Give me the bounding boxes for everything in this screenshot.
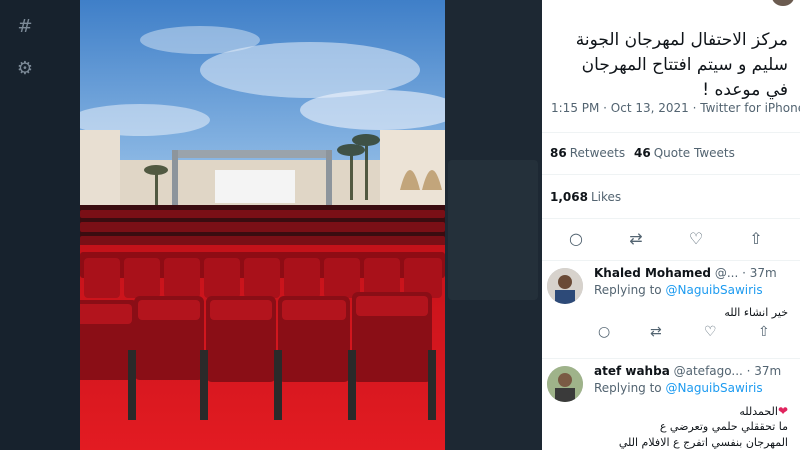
replying-to: Replying to @NaguibSawiris [594,381,763,395]
settings-icon[interactable]: ⚙ [14,58,36,80]
replying-to: Replying to @NaguibSawiris [594,283,763,297]
tweet-photo[interactable] [80,0,445,450]
tweet-text: مركز الاحتفال لمهرجان الجونة سليم و سيتم… [542,16,800,103]
reply-author-handle[interactable]: @atefago... · 37m [674,364,782,378]
retweets-label: Retweets [569,146,626,160]
quote-label: Quote Tweets [653,146,735,160]
reply-icon[interactable]: ○ [566,229,586,249]
divider [542,358,800,359]
mention-link[interactable]: @NaguibSawiris [665,381,762,395]
tweet-detail-panel: مركز الاحتفال لمهرجان الجونة سليم و سيتم… [542,0,800,450]
divider [542,260,800,261]
hashtag-icon[interactable]: # [14,16,36,38]
reply-avatar[interactable] [547,366,583,402]
nav-rail: # ⚙ [0,0,80,450]
likes-count: 1,068 [550,190,588,204]
right-building [380,130,445,210]
share-icon[interactable]: ⇧ [746,229,766,249]
author-avatar[interactable] [772,0,794,6]
retweets-count: 86 [550,146,567,160]
retweet-icon[interactable]: ⇄ [650,324,662,340]
tweet-text-line-2: سليم و سيتم افتتاح المهرجان [581,55,788,75]
reply-tweet[interactable]: Khaled Mohamed @... · 37m Replying to @N… [542,262,800,356]
like-icon[interactable]: ♡ [704,324,717,340]
reply-text-line-3: المهرجان بنفسي اتفرج ع الافلام اللي [618,436,788,449]
tweet-text-line-3: في موعده ! [702,80,788,100]
tweet-meta[interactable]: 1:15 PM · Oct 13, 2021 · Twitter for iPh… [551,101,800,115]
reply-actions: ○ ⇄ ♡ ⇧ [586,324,796,344]
reply-header: atef wahba @atefago... · 37m [594,364,781,378]
tweet-actions: ○ ⇄ ♡ ⇧ [542,224,800,254]
reply-text: خير انشاء الله [724,306,788,319]
like-icon[interactable]: ♡ [686,229,706,249]
retweets-stat[interactable]: 86 Retweets [550,146,625,160]
divider [542,132,800,133]
replying-label: Replying to [594,283,662,297]
share-icon[interactable]: ⇧ [758,324,770,340]
retweet-icon[interactable]: ⇄ [626,229,646,249]
reply-author-name[interactable]: atef wahba [594,364,670,378]
reply-tweet[interactable]: atef wahba @atefago... · 37m Replying to… [542,360,800,450]
divider [542,174,800,175]
reply-text-line-1: ❤الحمدلله [739,404,788,418]
divider [542,218,800,219]
likes-label: Likes [590,190,622,204]
quote-count: 46 [634,146,651,160]
reply-header: Khaled Mohamed @... · 37m [594,266,777,280]
reply-author-name[interactable]: Khaled Mohamed [594,266,711,280]
likes-stat[interactable]: 1,068 Likes [550,190,621,204]
background-panel [448,160,538,300]
reply-author-handle[interactable]: @... · 37m [715,266,777,280]
reply-text-line-2: ما تحققلي حلمي وتعرضي ع [659,420,788,433]
reply-avatar[interactable] [547,268,583,304]
left-building [80,130,120,210]
mention-link[interactable]: @NaguibSawiris [665,283,762,297]
reply-text: الحمدلله [739,405,778,418]
cinema-photo-illustration [80,0,445,450]
replying-label: Replying to [594,381,662,395]
quote-tweets-stat[interactable]: 46 Quote Tweets [634,146,735,160]
tweet-text-line-1: مركز الاحتفال لمهرجان الجونة [575,30,788,50]
screen [215,170,295,203]
reply-icon[interactable]: ○ [598,324,610,340]
heart-emoji-icon: ❤ [777,404,788,418]
